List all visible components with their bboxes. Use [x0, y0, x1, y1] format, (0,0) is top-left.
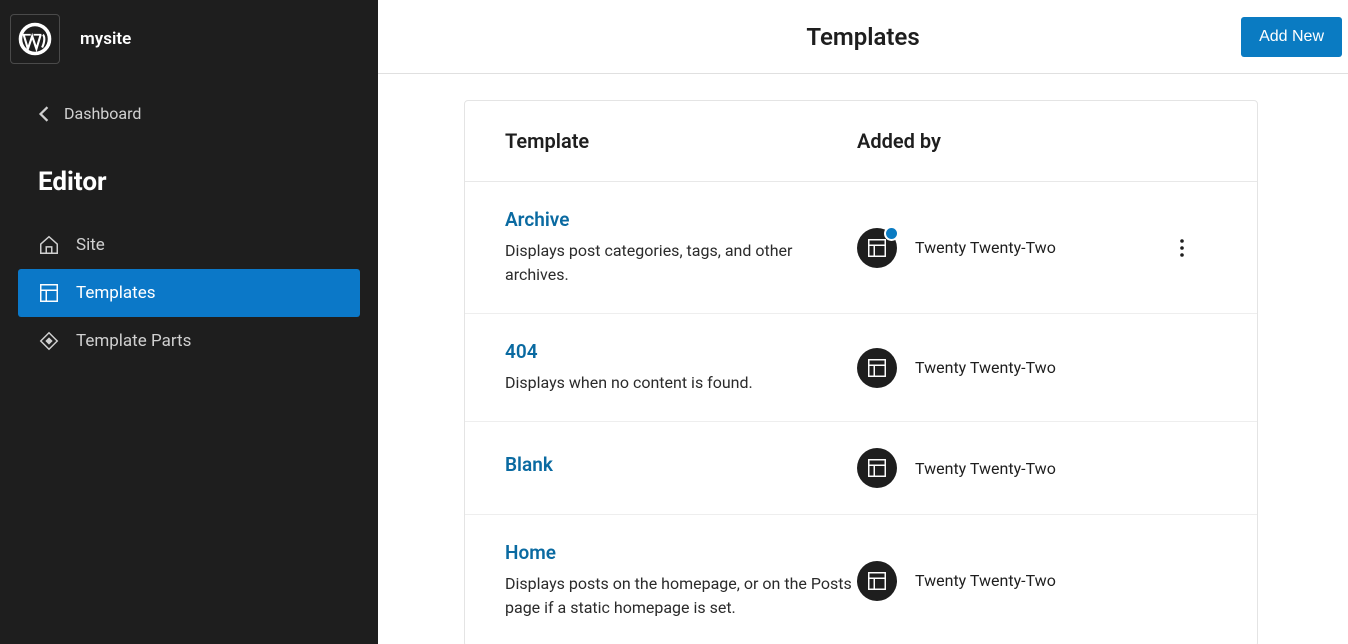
sidebar-item-template-parts[interactable]: Template Parts — [18, 317, 360, 365]
theme-icon — [857, 561, 897, 601]
home-icon — [38, 234, 60, 256]
added-by-name: Twenty Twenty-Two — [915, 571, 1056, 590]
table-row: Blank Twenty Twenty-Two — [465, 422, 1257, 515]
sidebar-item-templates[interactable]: Templates — [18, 269, 360, 317]
col-header-template: Template — [505, 129, 857, 153]
row-actions-button[interactable] — [1166, 232, 1198, 264]
back-label: Dashboard — [64, 104, 141, 123]
template-title-link[interactable]: Home — [505, 541, 857, 564]
added-by-cell: Twenty Twenty-Two — [857, 348, 1147, 388]
template-title-link[interactable]: 404 — [505, 340, 857, 363]
add-new-button[interactable]: Add New — [1241, 17, 1342, 57]
site-name: mysite — [80, 29, 131, 49]
sidebar-item-site[interactable]: Site — [18, 221, 360, 269]
table-row: Archive Displays post categories, tags, a… — [465, 182, 1257, 314]
theme-icon — [857, 448, 897, 488]
theme-icon — [857, 348, 897, 388]
layout-icon — [38, 282, 60, 304]
table-row: Home Displays posts on the homepage, or o… — [465, 515, 1257, 644]
table-header: Template Added by — [465, 101, 1257, 182]
chevron-left-icon — [38, 106, 50, 122]
site-header[interactable]: mysite — [0, 10, 378, 74]
template-cell: 404 Displays when no content is found. — [505, 340, 857, 395]
theme-icon — [857, 228, 897, 268]
sidebar: mysite Dashboard Editor Site Templates T… — [0, 0, 378, 644]
added-by-name: Twenty Twenty-Two — [915, 238, 1056, 257]
col-header-added-by: Added by — [857, 129, 1147, 153]
template-description: Displays posts on the homepage, or on th… — [505, 572, 857, 620]
template-title-link[interactable]: Blank — [505, 453, 857, 476]
sidebar-item-label: Templates — [76, 283, 156, 303]
template-cell: Home Displays posts on the homepage, or o… — [505, 541, 857, 620]
template-cell: Archive Displays post categories, tags, a… — [505, 208, 857, 287]
sidebar-item-label: Template Parts — [76, 331, 191, 351]
added-by-name: Twenty Twenty-Two — [915, 459, 1056, 478]
templates-content: Template Added by Archive Displays post c… — [378, 74, 1348, 644]
page-title: Templates — [806, 23, 919, 51]
added-by-cell: Twenty Twenty-Two — [857, 228, 1147, 268]
template-description: Displays when no content is found. — [505, 371, 857, 395]
template-title-link[interactable]: Archive — [505, 208, 857, 231]
back-to-dashboard[interactable]: Dashboard — [0, 74, 378, 153]
table-row: 404 Displays when no content is found. Twe… — [465, 314, 1257, 422]
editor-section-title: Editor — [0, 153, 378, 221]
template-description: Displays post categories, tags, and othe… — [505, 239, 857, 287]
template-cell: Blank — [505, 453, 857, 484]
templates-table: Template Added by Archive Displays post c… — [464, 100, 1258, 644]
added-by-cell: Twenty Twenty-Two — [857, 448, 1147, 488]
added-by-name: Twenty Twenty-Two — [915, 358, 1056, 377]
sidebar-item-label: Site — [76, 235, 105, 255]
topbar: Templates Add New — [378, 0, 1348, 74]
added-by-cell: Twenty Twenty-Two — [857, 561, 1147, 601]
diamond-icon — [38, 330, 60, 352]
row-actions-cell — [1147, 232, 1217, 264]
wordpress-logo-icon — [10, 14, 60, 64]
main-content: Templates Add New Template Added by Arch… — [378, 0, 1348, 644]
editor-nav: Site Templates Template Parts — [0, 221, 378, 365]
